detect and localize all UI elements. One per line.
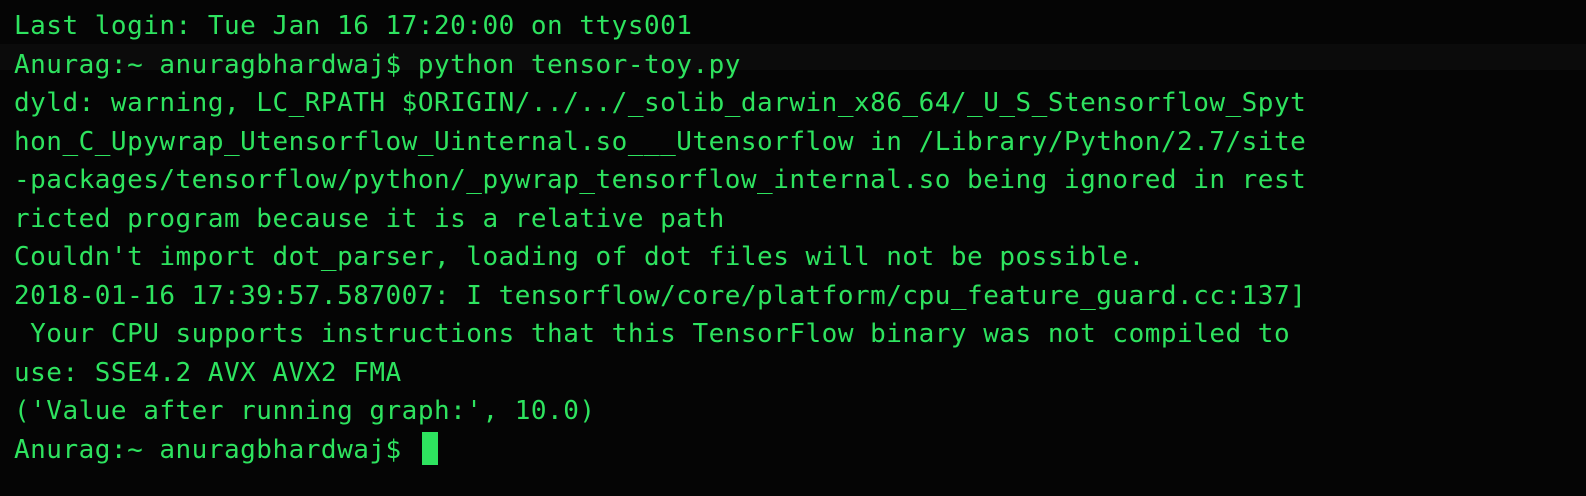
terminal-line-cpu-flags: use: SSE4.2 AVX AVX2 FMA — [14, 357, 402, 388]
terminal-line-dot-parser: Couldn't import dot_parser, loading of d… — [14, 242, 1145, 272]
terminal-line-warning-2: hon_C_Upywrap_Utensorflow_Uinternal.so__… — [14, 126, 1307, 157]
terminal-line-command: Anurag:~ anuragbhardwaj$ python tensor-t… — [14, 49, 741, 80]
terminal-line-warning-1: dyld: warning, LC_RPATH $ORIGIN/../../_s… — [14, 88, 1307, 118]
terminal-line-warning-4: ricted program because it is a relative … — [14, 203, 725, 234]
terminal-prompt-line[interactable]: Anurag:~ anuragbhardwaj$ — [14, 431, 1586, 470]
terminal-line-warning-3: -packages/tensorflow/python/_pywrap_tens… — [14, 165, 1307, 195]
terminal-line-login: Last login: Tue Jan 16 17:20:00 on ttys0… — [14, 11, 693, 41]
terminal-window[interactable]: Last login: Tue Jan 16 17:20:00 on ttys0… — [0, 0, 1586, 496]
terminal-prompt: Anurag:~ anuragbhardwaj$ — [14, 434, 418, 465]
terminal-cursor — [421, 431, 438, 465]
terminal-line-cpu-guard: 2018-01-16 17:39:57.587007: I tensorflow… — [14, 280, 1307, 311]
terminal-line-cpu-support: Your CPU supports instructions that this… — [14, 319, 1291, 349]
terminal-line-output: ('Value after running graph:', 10.0) — [14, 396, 596, 426]
